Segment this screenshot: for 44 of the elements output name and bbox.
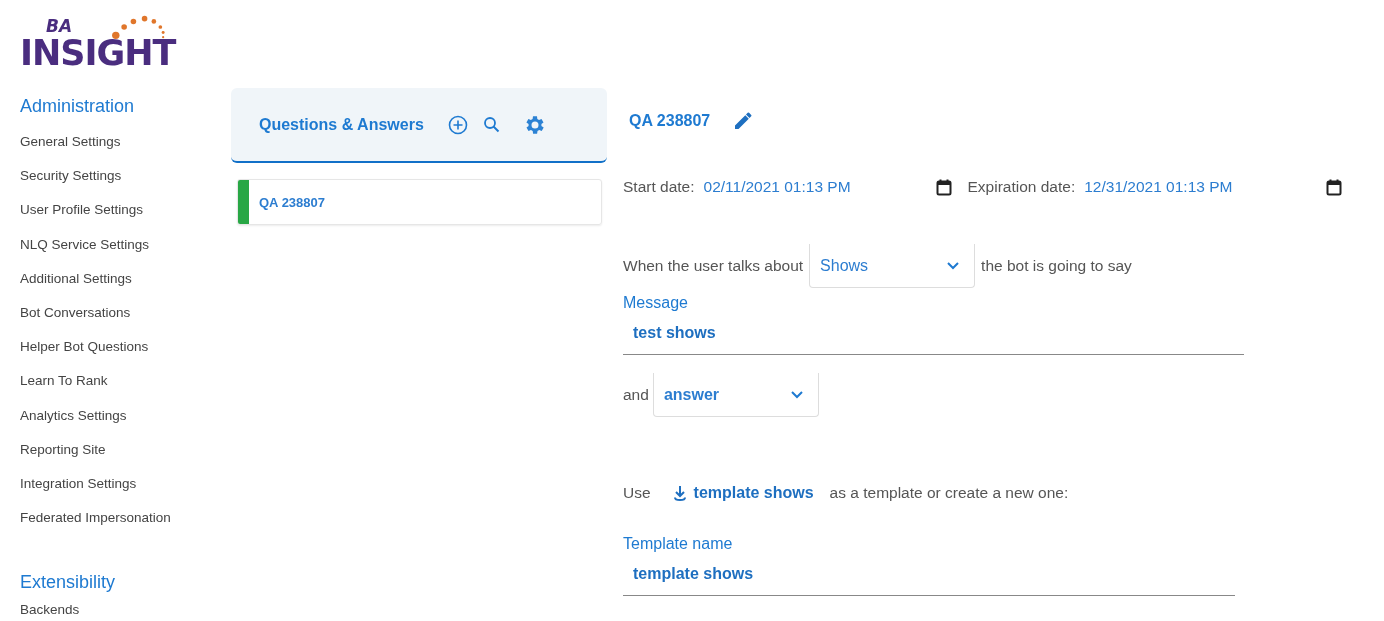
search-icon[interactable] xyxy=(482,115,501,134)
sidebar-link[interactable]: Reporting Site xyxy=(20,441,106,457)
panel-title: Questions & Answers xyxy=(259,115,424,134)
field-label: Expiration date: xyxy=(967,178,1076,196)
field-label: Message xyxy=(623,294,688,312)
logo-text: INSIGHT xyxy=(20,36,176,70)
date-value[interactable]: 12/31/2021 01:13 PM xyxy=(1084,178,1327,196)
chevron-down-icon xyxy=(789,390,804,399)
field-label: Start date: xyxy=(623,178,695,196)
message-field[interactable]: test shows xyxy=(623,312,1244,355)
pencil-icon[interactable] xyxy=(734,112,753,130)
download-icon xyxy=(672,485,687,501)
sentence-text: as a template or create a new one: xyxy=(829,484,1069,502)
sidebar-link[interactable]: User Profile Settings xyxy=(20,202,144,218)
record-title: QA 238807 xyxy=(629,112,711,130)
sidebar-link[interactable]: Bot Conversations xyxy=(20,304,131,320)
topic-dropdown[interactable]: Shows xyxy=(809,244,976,288)
sentence-text: Use xyxy=(623,484,651,502)
sidebar-link[interactable]: Helper Bot Questions xyxy=(20,339,149,355)
type-dropdown[interactable]: answer xyxy=(652,373,819,417)
section-heading: Administration xyxy=(20,96,136,117)
sentence-text: When the user talks about xyxy=(623,257,804,275)
sidebar-link[interactable]: Learn To Rank xyxy=(20,373,108,389)
sidebar-link[interactable]: NLQ Service Settings xyxy=(20,236,150,252)
date-value[interactable]: 02/11/2021 01:13 PM xyxy=(703,178,936,196)
add-icon[interactable] xyxy=(447,114,468,135)
field-label: Template name xyxy=(623,535,733,553)
sidebar-link[interactable]: Analytics Settings xyxy=(20,407,127,423)
sidebar-link[interactable]: General Settings xyxy=(20,134,121,149)
chevron-down-icon xyxy=(946,261,961,270)
template-name-field[interactable]: template shows xyxy=(623,553,1235,596)
section-heading: Extensibility xyxy=(20,572,117,594)
logo-text: BA xyxy=(46,16,73,36)
sidebar-link[interactable]: Integration Settings xyxy=(20,475,137,491)
sentence-text: and xyxy=(623,386,649,404)
calendar-icon[interactable] xyxy=(1326,178,1343,196)
calendar-icon[interactable] xyxy=(935,178,952,196)
sentence-text: the bot is going to say xyxy=(981,257,1132,275)
qa-list-item[interactable]: QA 238807 xyxy=(237,179,602,225)
sidebar-link[interactable]: Additional Settings xyxy=(20,270,132,286)
template-link[interactable]: template shows xyxy=(672,484,814,502)
sidebar-link[interactable]: Federated Impersonation xyxy=(20,510,171,526)
sidebar-link[interactable]: Backends xyxy=(20,602,80,618)
sidebar-link[interactable]: Security Settings xyxy=(20,168,122,184)
